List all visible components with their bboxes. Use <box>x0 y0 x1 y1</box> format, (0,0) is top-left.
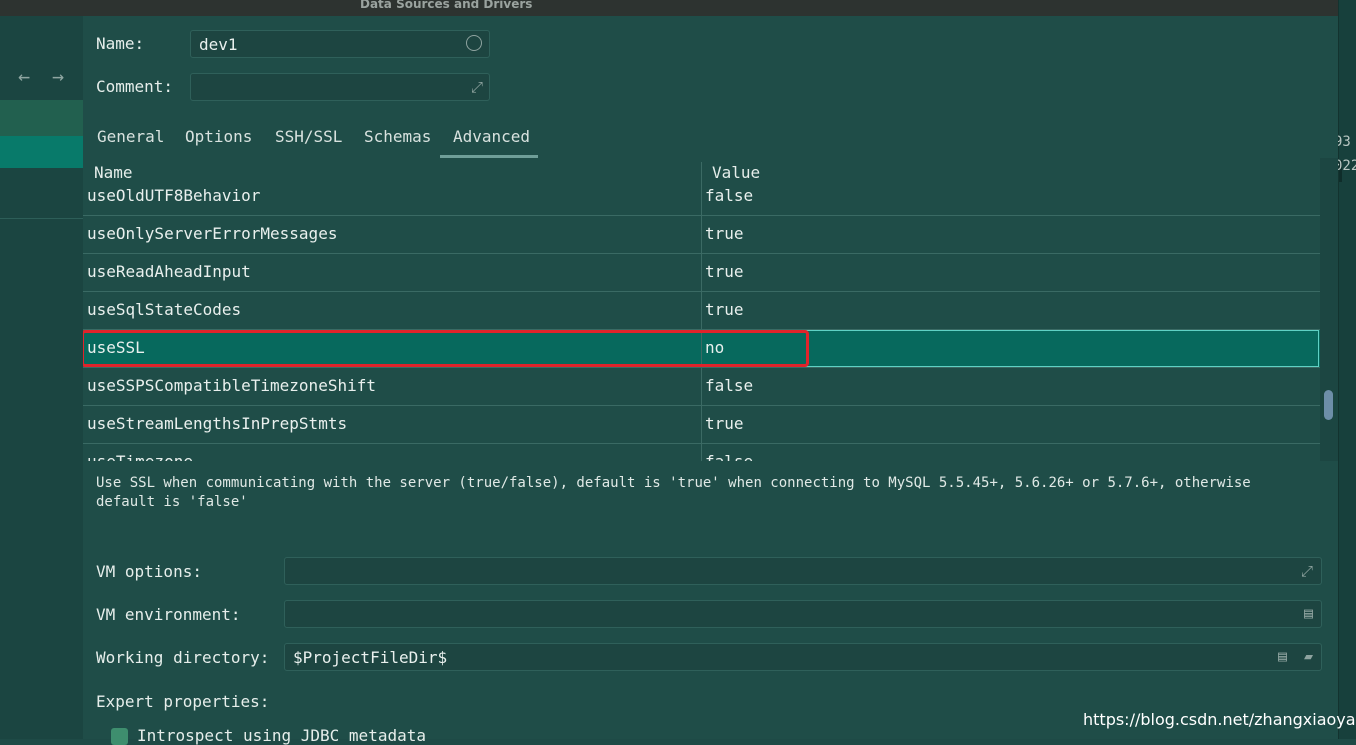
working-directory-label: Working directory: <box>96 648 270 667</box>
right-edge-panel <box>1338 0 1356 739</box>
property-value[interactable]: false <box>705 452 753 461</box>
folder-icon[interactable]: ▰ <box>1304 647 1313 665</box>
property-value[interactable]: false <box>705 186 753 205</box>
introspect-label: Introspect using JDBC metadata <box>137 726 426 745</box>
working-directory-field[interactable]: $ProjectFileDir$ ▤ ▰ <box>284 643 1322 671</box>
tab-general[interactable]: General <box>97 127 164 146</box>
property-name: useReadAheadInput <box>87 262 251 281</box>
tab-advanced[interactable]: Advanced <box>453 127 530 146</box>
sidebar-item-selected[interactable] <box>0 136 83 168</box>
comment-field[interactable]: ⤢ <box>190 73 490 101</box>
property-name: useSSPSCompatibleTimezoneShift <box>87 376 376 395</box>
property-value-input[interactable]: no <box>705 338 724 357</box>
data-source-settings-panel: Name: dev1 Comment: ⤢ General Options SS… <box>83 16 1338 745</box>
vm-options-label: VM options: <box>96 562 202 581</box>
property-value[interactable]: true <box>705 414 744 433</box>
working-directory-value: $ProjectFileDir$ <box>293 648 448 667</box>
property-value[interactable]: false <box>705 376 753 395</box>
sidebar: ← → <box>0 16 83 739</box>
property-name: useSqlStateCodes <box>87 300 242 319</box>
scrollbar-thumb[interactable] <box>1324 390 1333 420</box>
sidebar-divider <box>0 218 83 219</box>
name-field[interactable]: dev1 <box>190 30 490 58</box>
property-value[interactable]: true <box>705 262 744 281</box>
property-name: useSSL <box>87 338 145 357</box>
vm-environment-label: VM environment: <box>96 605 241 624</box>
arrow-left-icon[interactable]: ← <box>18 64 30 88</box>
watermark-text: https://blog.csdn.net/zhangxiaoyang0 <box>1083 710 1356 729</box>
property-name: useTimezone <box>87 452 193 461</box>
property-name: useOnlyServerErrorMessages <box>87 224 338 243</box>
column-separator[interactable] <box>701 162 702 461</box>
document-icon[interactable]: ▤ <box>1278 647 1287 665</box>
expand-icon[interactable]: ⤢ <box>1301 562 1313 580</box>
window-title: Data Sources and Drivers <box>360 0 533 11</box>
value-editor[interactable] <box>701 330 1319 367</box>
properties-table: Name Value useOldUTF8Behavior false useO… <box>83 158 1320 461</box>
property-name: useOldUTF8Behavior <box>87 186 261 205</box>
property-description: Use SSL when communicating with the serv… <box>96 475 1251 510</box>
vm-options-field[interactable]: ⤢ <box>284 557 1322 585</box>
property-value[interactable]: true <box>705 224 744 243</box>
vm-environment-field[interactable]: ▤ <box>284 600 1322 628</box>
name-value: dev1 <box>199 35 238 54</box>
window-title-bar: Data Sources and Drivers <box>0 0 1338 16</box>
name-label: Name: <box>96 34 145 53</box>
sidebar-item[interactable] <box>0 100 83 136</box>
expand-icon[interactable]: ⤢ <box>471 78 483 96</box>
arrow-right-icon[interactable]: → <box>52 64 64 88</box>
property-value[interactable]: true <box>705 300 744 319</box>
property-name: useStreamLengthsInPrepStmts <box>87 414 348 433</box>
color-circle-icon[interactable] <box>466 35 482 51</box>
tab-options[interactable]: Options <box>185 127 252 146</box>
introspect-checkbox[interactable] <box>111 728 128 745</box>
tab-schemas[interactable]: Schemas <box>364 127 431 146</box>
comment-label: Comment: <box>96 77 174 96</box>
document-icon[interactable]: ▤ <box>1304 604 1313 622</box>
tab-ssh-ssl[interactable]: SSH/SSL <box>275 127 342 146</box>
expert-properties-label: Expert properties: <box>96 692 270 711</box>
